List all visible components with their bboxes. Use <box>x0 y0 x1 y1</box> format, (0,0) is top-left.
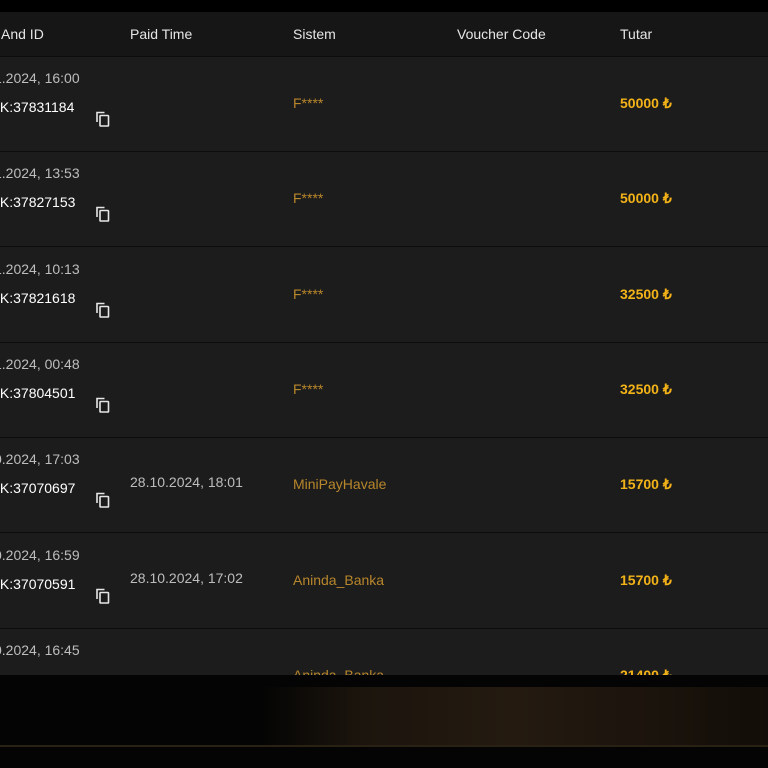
amount: 15700 ₺ <box>620 571 672 588</box>
payment-system: Aninda_Banka <box>293 571 385 588</box>
payment-system: F**** <box>293 285 324 302</box>
background-image <box>260 687 768 745</box>
table-row[interactable]: 1.2024, 13:53 İK:37827153 F**** 50000 ₺ <box>0 152 768 248</box>
transaction-id: İK:37821618 <box>0 289 76 306</box>
amount: 50000 ₺ <box>620 190 672 207</box>
header-voucher-code: Voucher Code <box>457 26 546 42</box>
header-amount: Tutar <box>620 26 653 42</box>
table-row[interactable]: 1.2024, 10:13 İK:37821618 F**** 32500 ₺ <box>0 247 768 343</box>
paid-time: 28.10.2024, 17:02 <box>130 569 243 586</box>
payment-system: F**** <box>293 380 324 397</box>
copy-icon[interactable] <box>96 111 110 127</box>
footer-divider <box>0 745 768 747</box>
transaction-date: 1.2024, 10:13 <box>0 260 80 277</box>
amount: 15700 ₺ <box>620 476 672 493</box>
footer-background <box>0 675 768 768</box>
transaction-date: 0.2024, 17:03 <box>0 451 80 468</box>
transactions-table: And ID Paid Time Sistem Voucher Code Tut… <box>0 12 768 675</box>
copy-icon[interactable] <box>96 302 110 318</box>
header-system: Sistem <box>293 26 336 42</box>
header-paid-time: Paid Time <box>130 26 193 42</box>
table-row[interactable]: 0.2024, 17:03 İK:37070697 28.10.2024, 18:0… <box>0 438 768 534</box>
payment-system: Aninda_Banka <box>293 666 385 675</box>
transaction-date: 0.2024, 16:59 <box>0 546 80 563</box>
transaction-date: 1.2024, 16:00 <box>0 70 80 86</box>
transaction-date: 1.2024, 00:48 <box>0 355 80 372</box>
table-row[interactable]: 1.2024, 16:00 İK:37831184 F**** 50000 ₺ <box>0 57 768 152</box>
payment-system: MiniPayHavale <box>293 476 387 493</box>
transaction-id: İK:37804501 <box>0 384 76 401</box>
copy-icon[interactable] <box>96 206 110 223</box>
copy-icon[interactable] <box>96 397 110 413</box>
copy-icon[interactable] <box>96 588 110 604</box>
table-header: And ID Paid Time Sistem Voucher Code Tut… <box>0 12 768 57</box>
transaction-id: İK:37827153 <box>0 194 76 211</box>
amount: 50000 ₺ <box>620 95 672 111</box>
amount: 21400 ₺ <box>620 666 672 675</box>
table-row[interactable]: 1.2024, 00:48 İK:37804501 F**** 32500 ₺ <box>0 342 768 438</box>
paid-time: 28.10.2024, 18:01 <box>130 474 243 491</box>
amount: 32500 ₺ <box>620 380 672 397</box>
copy-icon[interactable] <box>96 492 110 508</box>
amount: 32500 ₺ <box>620 285 672 302</box>
header-date-and-id: And ID <box>1 26 44 42</box>
transaction-id: İK:37070591 <box>0 575 76 592</box>
payment-system: F**** <box>293 190 324 207</box>
table-row[interactable]: 0.2024, 16:59 İK:37070591 28.10.2024, 17:0… <box>0 533 768 629</box>
transaction-id: İK:37831184 <box>0 99 75 115</box>
transaction-date: 1.2024, 13:53 <box>0 165 80 182</box>
transaction-date: 0.2024, 16:45 <box>0 641 80 658</box>
payment-system: F**** <box>293 95 324 111</box>
table-row[interactable]: 0.2024, 16:45 Aninda_Banka 21400 ₺ <box>0 628 768 675</box>
transaction-id: İK:37070697 <box>0 480 76 497</box>
